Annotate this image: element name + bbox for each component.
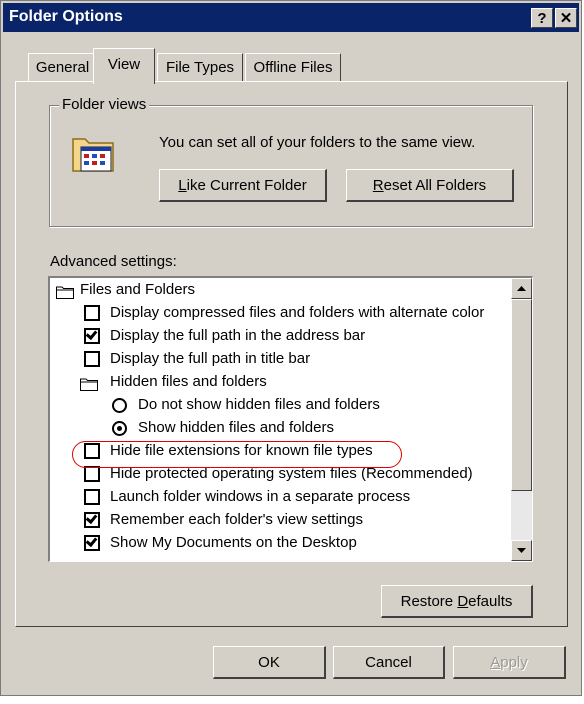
arrow-down-icon	[517, 548, 526, 553]
check-mark-icon	[85, 327, 98, 341]
like-current-folder-button[interactable]: Like Current Folder	[159, 169, 327, 202]
vertical-scrollbar[interactable]	[511, 278, 532, 561]
radio-button[interactable]	[112, 398, 127, 413]
checkbox-checked[interactable]	[84, 511, 100, 528]
folder-views-description: You can set all of your folders to the s…	[159, 134, 476, 151]
help-button[interactable]: ?	[531, 8, 553, 28]
list-item: Hidden files and folders	[50, 370, 510, 393]
folder-icon	[56, 283, 74, 299]
like-current-accel: L	[178, 177, 187, 194]
list-item[interactable]: Remember each folder's view settings	[50, 508, 510, 531]
list-item[interactable]: Hide file extensions for known file type…	[50, 439, 510, 462]
list-item[interactable]: Launch folder windows in a separate proc…	[50, 485, 510, 508]
tab-general[interactable]: General	[28, 53, 97, 81]
reset-all-folders-button[interactable]: Reset All Folders	[346, 169, 514, 202]
restore-accel: D	[457, 593, 469, 610]
reset-all-rest: eset All Folders	[383, 177, 487, 194]
checkbox[interactable]	[84, 443, 100, 459]
tab-view[interactable]: View	[93, 48, 155, 84]
folder-options-window: Folder Options ? ✕ General View File Typ…	[0, 0, 582, 696]
list-item-label: Display the full path in title bar	[110, 350, 311, 367]
ok-button[interactable]: OK	[213, 646, 326, 679]
list-item-label: Display compressed files and folders wit…	[110, 304, 485, 321]
window-title: Folder Options	[9, 8, 123, 25]
list-item-label: Launch folder windows in a separate proc…	[110, 488, 411, 505]
apply-rest: pply	[500, 654, 528, 671]
list-item-label: Files and Folders	[80, 281, 196, 298]
check-mark-icon	[85, 511, 98, 525]
scroll-thumb[interactable]	[511, 299, 532, 491]
restore-defaults-button[interactable]: Restore Defaults	[381, 585, 533, 618]
check-mark-icon	[85, 534, 98, 548]
close-button[interactable]: ✕	[555, 8, 577, 28]
list-item[interactable]: Display compressed files and folders wit…	[50, 301, 510, 324]
radio-button-selected[interactable]	[112, 421, 127, 436]
checkbox-checked[interactable]	[84, 327, 100, 344]
list-item-label: Hide protected operating system files (R…	[110, 465, 473, 482]
list-item[interactable]: Display the full path in the address bar	[50, 324, 510, 347]
folder-icon	[80, 375, 98, 391]
list-item-label: Remember each folder's view settings	[110, 511, 363, 528]
list-item[interactable]: Show hidden files and folders	[50, 416, 510, 439]
folder-views-icon	[69, 129, 119, 175]
radio-dot-icon	[117, 426, 122, 431]
folder-views-legend: Folder views	[59, 96, 150, 113]
advanced-settings-list[interactable]: Files and Folders Display compressed fil…	[48, 276, 533, 562]
list-item-label: Show My Documents on the Desktop	[110, 534, 357, 551]
advanced-settings-label: Advanced settings:	[50, 253, 177, 270]
restore-rest: efaults	[468, 593, 513, 610]
apply-button[interactable]: Apply	[453, 646, 566, 679]
scroll-down-button[interactable]	[511, 540, 532, 561]
like-current-rest: ike Current Folder	[186, 177, 307, 194]
list-item-label: Hidden files and folders	[110, 373, 267, 390]
list-item-label: Hide file extensions for known file type…	[110, 442, 373, 459]
apply-accel: A	[490, 654, 501, 671]
cancel-button[interactable]: Cancel	[333, 646, 445, 679]
list-item[interactable]: Display the full path in title bar	[50, 347, 510, 370]
arrow-up-icon	[517, 286, 526, 291]
restore-prefix: Restore	[400, 593, 458, 610]
list-item: Files and Folders	[50, 278, 510, 301]
checkbox[interactable]	[84, 351, 100, 367]
folder-views-group	[49, 105, 533, 227]
tab-offline-files[interactable]: Offline Files	[245, 53, 341, 81]
title-bar[interactable]: Folder Options ? ✕	[3, 3, 579, 32]
list-item-label: Show hidden files and folders	[138, 419, 334, 436]
scroll-up-button[interactable]	[511, 278, 532, 299]
list-item[interactable]: Show My Documents on the Desktop	[50, 531, 510, 554]
list-item-label: Do not show hidden files and folders	[138, 396, 380, 413]
checkbox[interactable]	[84, 466, 100, 482]
checkbox-checked[interactable]	[84, 534, 100, 551]
list-item[interactable]: Hide protected operating system files (R…	[50, 462, 510, 485]
tab-file-types[interactable]: File Types	[157, 53, 243, 81]
reset-all-accel: R	[372, 177, 384, 194]
checkbox[interactable]	[84, 305, 100, 321]
checkbox[interactable]	[84, 489, 100, 505]
list-item-label: Display the full path in the address bar	[110, 327, 366, 344]
list-item[interactable]: Do not show hidden files and folders	[50, 393, 510, 416]
